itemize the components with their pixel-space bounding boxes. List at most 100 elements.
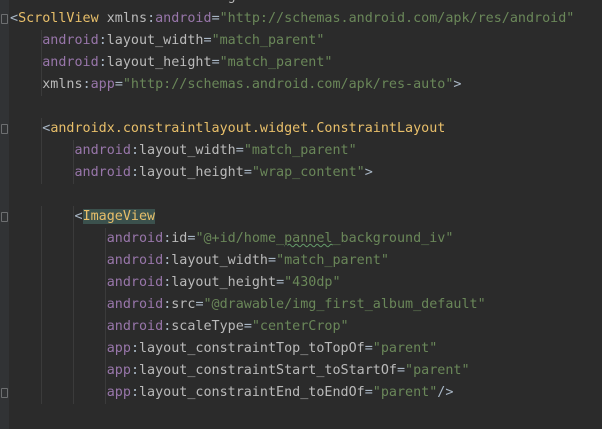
code-token: _background_iv": [332, 231, 454, 246]
code-line[interactable]: [0, 184, 602, 206]
code-token: android: [106, 253, 164, 268]
code-token: android: [155, 11, 212, 26]
code-token: :: [130, 341, 139, 356]
code-token: "match_parent": [243, 143, 357, 158]
code-token: =: [114, 77, 123, 92]
code-token: :: [82, 77, 91, 92]
indent-guide: [73, 228, 74, 250]
code-token: id: [171, 231, 188, 246]
code-line[interactable]: android:scaleType="centerCrop": [0, 316, 602, 338]
code-token: "match_parent": [211, 33, 325, 48]
code-token: =: [243, 165, 252, 180]
code-token: >: [364, 165, 373, 180]
indent-guide: [41, 74, 42, 96]
code-token: =: [195, 297, 204, 312]
code-token: android: [106, 231, 164, 246]
code-line[interactable]: <ScrollView xmlns:android="http://schema…: [0, 8, 602, 30]
code-token: app: [106, 385, 131, 400]
indent-guide: [105, 228, 106, 250]
indent-guide: [73, 382, 74, 404]
indent-guide: [73, 140, 74, 162]
indent-guide: [73, 294, 74, 316]
code-line[interactable]: android:layout_height="wrap_content">: [0, 162, 602, 184]
code-line[interactable]: app:layout_constraintStart_toStartOf="pa…: [0, 360, 602, 382]
code-token: "1.0": [123, 0, 163, 4]
indent-guide: [41, 294, 42, 316]
code-token: =: [243, 319, 252, 334]
indent-guide: [73, 206, 74, 228]
code-token: app: [106, 363, 131, 378]
indent-guide: [41, 118, 42, 140]
code-token: android: [42, 33, 99, 48]
code-line[interactable]: android:layout_width="match_parent": [0, 140, 602, 162]
code-line[interactable]: android:layout_height="match_parent": [0, 52, 602, 74]
code-lines: <?xml version="1.0" encoding="utf-8"?><S…: [0, 0, 602, 426]
code-token: androidx.constraintlayout.widget.Constra…: [50, 121, 446, 136]
code-token: "utf-8": [244, 0, 300, 4]
code-token: ScrollView: [18, 11, 99, 26]
code-token: >: [453, 77, 462, 92]
code-token: =: [236, 0, 244, 4]
code-line[interactable]: <androidx.constraintlayout.widget.Constr…: [0, 118, 602, 140]
indent-guide: [73, 338, 74, 360]
code-line[interactable]: android:layout_width="match_parent": [0, 250, 602, 272]
code-token: layout_height: [139, 165, 244, 180]
code-token: "430dp": [284, 275, 341, 290]
code-token: pannel: [284, 231, 333, 246]
code-token: app: [106, 341, 131, 356]
code-token: "centerCrop": [251, 319, 349, 334]
indent-guide: [73, 162, 74, 184]
indent-guide: [41, 250, 42, 272]
code-token: android: [42, 55, 99, 70]
code-token: xmlns: [42, 77, 83, 92]
indent-guide: [73, 272, 74, 294]
code-line[interactable]: android:src="@drawable/img_first_album_d…: [0, 294, 602, 316]
code-token: "parent": [405, 363, 470, 378]
code-token: "parent": [372, 385, 438, 400]
code-line[interactable]: app:layout_constraintTop_toTopOf="parent…: [0, 338, 602, 360]
indent-guide: [105, 294, 106, 316]
code-token: :: [130, 143, 139, 158]
code-token: app: [90, 77, 115, 92]
code-token: "http://schemas.android.com/apk/res-auto…: [122, 77, 454, 92]
code-token: =: [276, 275, 285, 290]
code-line[interactable]: android:layout_height="430dp": [0, 272, 602, 294]
code-token: :: [98, 33, 107, 48]
code-token: :: [130, 165, 139, 180]
code-editor[interactable]: <?xml version="1.0" encoding="utf-8"?><S…: [0, 0, 602, 429]
code-line[interactable]: app:layout_constraintEnd_toEndOf="parent…: [0, 382, 602, 404]
code-token: :: [147, 11, 156, 26]
code-token: "match_parent": [276, 253, 389, 268]
code-token: =: [211, 11, 220, 26]
code-line[interactable]: android:layout_width="match_parent": [0, 30, 602, 52]
code-token: android: [74, 143, 131, 158]
code-token: layout_constraintEnd_toEndOf: [139, 385, 365, 400]
code-token: android: [74, 165, 131, 180]
code-line[interactable]: [0, 404, 602, 426]
code-token: encoding: [163, 0, 236, 4]
code-token: =: [115, 0, 123, 4]
code-token: layout_width: [171, 253, 268, 268]
code-token: <?: [10, 0, 26, 4]
code-token: "http://schemas.android.com/apk/res/andr…: [219, 11, 575, 26]
code-line[interactable]: <?xml version="1.0" encoding="utf-8"?>: [0, 0, 602, 8]
code-token: ImageView: [82, 209, 156, 224]
code-token: layout_height: [106, 55, 212, 70]
indent-guide: [105, 316, 106, 338]
indent-guide: [41, 30, 42, 52]
code-token: =: [235, 143, 244, 158]
indent-guide: [105, 250, 106, 272]
indent-guide: [41, 382, 42, 404]
indent-guide: [73, 250, 74, 272]
code-token: <: [10, 11, 19, 26]
code-line[interactable]: <ImageView: [0, 206, 602, 228]
indent-guide: [41, 162, 42, 184]
code-token: :: [130, 363, 139, 378]
code-line[interactable]: android:id="@+id/home_pannel_background_…: [0, 228, 602, 250]
code-token: layout_constraintTop_toTopOf: [139, 341, 365, 356]
code-token: :: [130, 385, 139, 400]
indent-guide: [105, 338, 106, 360]
indent-guide: [41, 228, 42, 250]
code-line[interactable]: xmlns:app="http://schemas.android.com/ap…: [0, 74, 602, 96]
code-line[interactable]: [0, 96, 602, 118]
